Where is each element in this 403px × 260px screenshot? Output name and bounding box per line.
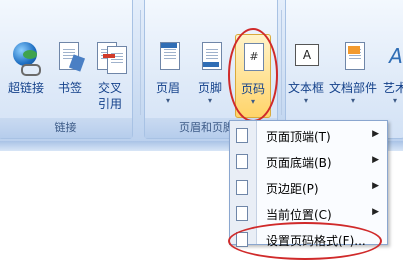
menu-item-label: 页面底端(B): [266, 156, 332, 170]
submenu-arrow-icon: ▶: [372, 207, 379, 217]
header-label: 页眉: [155, 81, 180, 95]
hyperlink-label: 超链接: [7, 81, 44, 95]
quick-parts-dropdown-icon: ▾: [350, 96, 355, 105]
group-separator: [281, 10, 282, 115]
footer-icon: [195, 40, 225, 74]
hyperlink-button[interactable]: 超链接: [7, 40, 45, 96]
quick-parts-label: 文档部件: [328, 81, 377, 95]
menu-item-bottom-of-page[interactable]: 页面底端(B) ▶: [230, 149, 387, 175]
wordart-button[interactable]: A 艺术 ▾: [380, 40, 403, 106]
menu-item-label: 当前位置(C): [266, 208, 332, 222]
textbox-icon: A: [291, 40, 321, 74]
header-button[interactable]: 页眉 ▾: [151, 40, 185, 106]
bookmark-button[interactable]: 书签: [55, 40, 86, 96]
globe-link-icon: [11, 40, 41, 76]
footer-button[interactable]: 页脚 ▾: [193, 40, 227, 106]
menu-item-page-margins[interactable]: 页边距(P) ▶: [230, 175, 387, 201]
quick-parts-button[interactable]: 文档部件 ▾: [328, 40, 378, 106]
textbox-dropdown-icon: ▾: [303, 96, 308, 105]
footer-dropdown-icon: ▾: [207, 96, 212, 105]
highlight-circle-page-number: [228, 28, 278, 122]
menu-item-top-of-page[interactable]: 页面顶端(T) ▶: [230, 123, 387, 149]
wordart-dropdown-icon: ▾: [392, 96, 397, 105]
page-icon: [236, 206, 248, 221]
group-links-label: 链接: [0, 118, 132, 138]
page-icon: [236, 128, 248, 143]
menu-item-label: 页面顶端(T): [266, 130, 331, 144]
quick-parts-icon: [338, 40, 368, 74]
cross-reference-icon: [95, 40, 127, 74]
textbox-button[interactable]: A 文本框 ▾: [288, 40, 324, 106]
wordart-icon: A: [389, 44, 403, 68]
page-icon: [236, 154, 248, 169]
group-links: 超链接 书签 交叉 引用 链接: [0, 0, 133, 139]
header-dropdown-icon: ▾: [165, 96, 170, 105]
textbox-label: 文本框: [288, 81, 325, 95]
header-icon: [153, 40, 183, 74]
submenu-arrow-icon: ▶: [372, 129, 379, 139]
submenu-arrow-icon: ▶: [372, 155, 379, 165]
footer-label: 页脚: [197, 81, 222, 95]
menu-item-label: 页边距(P): [266, 182, 319, 196]
cross-reference-label: 交叉 引用: [97, 81, 122, 111]
bookmark-label: 书签: [57, 81, 82, 95]
bookmark-icon: [55, 40, 86, 74]
wordart-label: 艺术: [382, 81, 403, 95]
submenu-arrow-icon: ▶: [372, 181, 379, 191]
highlight-circle-format-item: [228, 222, 382, 260]
group-separator: [140, 10, 141, 115]
page-icon: [236, 180, 248, 195]
cross-reference-button[interactable]: 交叉 引用: [93, 40, 127, 112]
group-text: A 文本框 ▾ 文档部件 ▾ A 艺术 ▾: [285, 0, 403, 139]
